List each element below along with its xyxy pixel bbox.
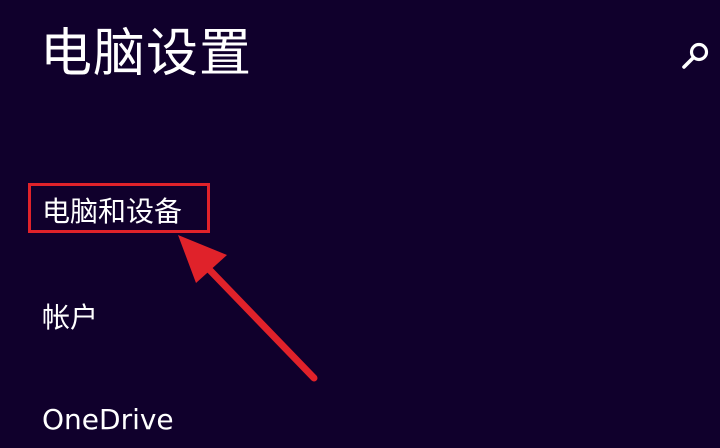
annotation-highlight-box	[28, 183, 210, 233]
nav-item-accounts[interactable]: 帐户	[42, 300, 98, 336]
nav-item-onedrive[interactable]: OneDrive	[42, 402, 174, 438]
